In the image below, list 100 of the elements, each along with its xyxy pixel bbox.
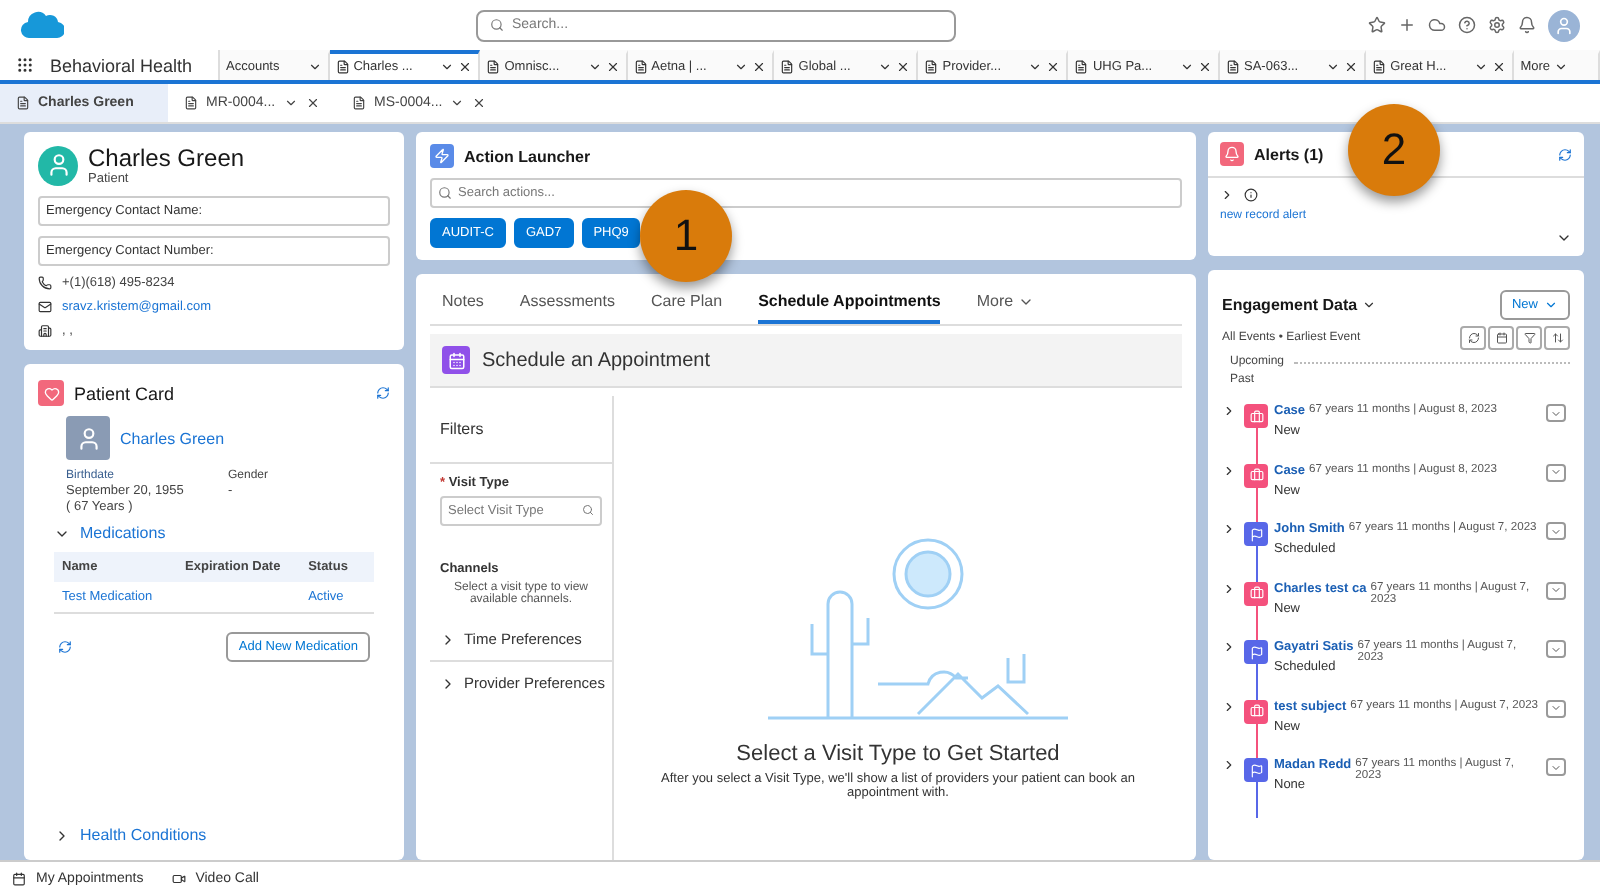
close-icon[interactable] (605, 60, 620, 74)
app-launcher-icon[interactable] (16, 56, 34, 74)
close-icon[interactable] (896, 60, 911, 74)
record-icon (1372, 60, 1387, 74)
sort-icon[interactable] (1544, 326, 1570, 350)
chevron-right-icon[interactable] (1220, 188, 1234, 202)
more-tab[interactable]: More (976, 282, 1034, 324)
chevron-right-icon[interactable] (1222, 581, 1236, 595)
chevron-down-icon[interactable] (307, 60, 322, 74)
chevron-right-icon[interactable] (440, 675, 456, 691)
help-icon[interactable] (1458, 16, 1476, 34)
row-menu-icon[interactable] (1546, 404, 1566, 422)
chevron-down-icon[interactable] (587, 60, 602, 74)
chevron-right-icon[interactable] (1222, 463, 1236, 477)
filter-icon[interactable] (1516, 326, 1542, 350)
caret-icon (1544, 298, 1558, 312)
dropdown-icon[interactable] (1556, 230, 1572, 246)
chevron-down-icon[interactable] (1326, 60, 1341, 74)
section-title: Schedule an Appointment (482, 349, 710, 371)
app-name: Behavioral Health (50, 55, 193, 75)
chevron-right-icon[interactable] (440, 631, 456, 647)
chevron-down-icon[interactable] (283, 96, 298, 110)
panel-title: Alerts (1) (1254, 145, 1324, 163)
chevron-right-icon[interactable] (1222, 522, 1236, 536)
chevron-right-icon[interactable] (1222, 699, 1236, 713)
search-icon (438, 186, 452, 200)
patient-avatar-icon (38, 145, 78, 185)
close-icon[interactable] (472, 96, 487, 110)
tab[interactable]: Assessments (519, 282, 615, 324)
record-icon (924, 60, 939, 74)
bell-icon (1220, 142, 1244, 166)
chevron-down-icon[interactable] (1028, 60, 1043, 74)
card-title: Patient Card (74, 383, 175, 403)
record-icon (184, 96, 198, 110)
record-icon (352, 96, 366, 110)
lightning-icon (430, 144, 454, 168)
record-icon (1074, 60, 1089, 74)
video-icon (171, 871, 186, 885)
record-icon (486, 60, 501, 74)
favorites-star-icon[interactable] (1368, 16, 1386, 34)
row-menu-icon[interactable] (1546, 581, 1566, 599)
row-menu-icon[interactable] (1546, 463, 1566, 481)
record-icon (1226, 60, 1241, 74)
patient-name: Charles Green (88, 144, 245, 172)
patient-link[interactable]: Charles Green (120, 429, 225, 447)
tab[interactable]: Schedule Appointments (758, 282, 941, 324)
record-icon (633, 60, 648, 74)
cloud-logo (20, 10, 64, 40)
refresh-icon[interactable] (376, 386, 390, 400)
search-icon (582, 504, 594, 516)
close-icon[interactable] (305, 96, 320, 110)
avatar-icon (66, 416, 110, 460)
close-icon[interactable] (1046, 60, 1061, 74)
chevron-down-icon[interactable] (1180, 60, 1195, 74)
chevron-down-icon[interactable] (734, 60, 749, 74)
refresh-icon[interactable] (1558, 147, 1572, 161)
calendar-icon (12, 871, 26, 885)
record-icon (780, 60, 795, 74)
chevron-right-icon[interactable] (54, 827, 70, 843)
panel-title: Action Launcher (464, 147, 591, 165)
address-icon (38, 324, 52, 338)
chevron-right-icon[interactable] (1222, 758, 1236, 772)
chevron-down-icon[interactable] (1361, 298, 1376, 312)
close-icon[interactable] (752, 60, 767, 74)
row-menu-icon[interactable] (1546, 640, 1566, 658)
chevron-down-icon (1554, 60, 1568, 74)
section-header[interactable]: Health Conditions (80, 826, 207, 844)
row-menu-icon[interactable] (1546, 522, 1566, 540)
settings-icon[interactable] (1488, 16, 1506, 34)
info-icon (1244, 188, 1258, 202)
empty-state-title: Select a Visit Type to Get Started (736, 742, 1060, 766)
notifications-icon[interactable] (1518, 16, 1536, 34)
close-icon[interactable] (1344, 60, 1359, 74)
close-icon[interactable] (458, 60, 473, 74)
panel-title: Engagement Data (1222, 296, 1358, 314)
chevron-down-icon[interactable] (440, 60, 455, 74)
chevron-down-icon[interactable] (1474, 60, 1489, 74)
row-menu-icon[interactable] (1546, 699, 1566, 717)
calendar-icon[interactable] (1488, 326, 1514, 350)
tab[interactable]: Care Plan (650, 282, 723, 324)
tab[interactable]: Notes (442, 282, 484, 324)
record-icon (335, 60, 350, 74)
chevron-down-icon[interactable] (450, 96, 465, 110)
email-icon (38, 300, 52, 314)
close-icon[interactable] (1492, 60, 1507, 74)
chevron-right-icon[interactable] (1222, 640, 1236, 654)
phone-icon (38, 276, 52, 290)
section-header[interactable]: Medications (80, 524, 166, 542)
chevron-right-icon[interactable] (1222, 404, 1236, 418)
add-icon[interactable] (1398, 16, 1416, 34)
refresh-icon[interactable] (1460, 326, 1486, 350)
filters-label: Filters (440, 420, 486, 438)
calendar-icon (442, 346, 470, 374)
chevron-down-icon[interactable] (878, 60, 893, 74)
cloud-icon[interactable] (1428, 16, 1446, 34)
record-icon (16, 96, 30, 110)
refresh-icon[interactable] (58, 640, 72, 654)
close-icon[interactable] (1198, 60, 1213, 74)
row-menu-icon[interactable] (1546, 758, 1566, 776)
search-icon (490, 18, 504, 32)
